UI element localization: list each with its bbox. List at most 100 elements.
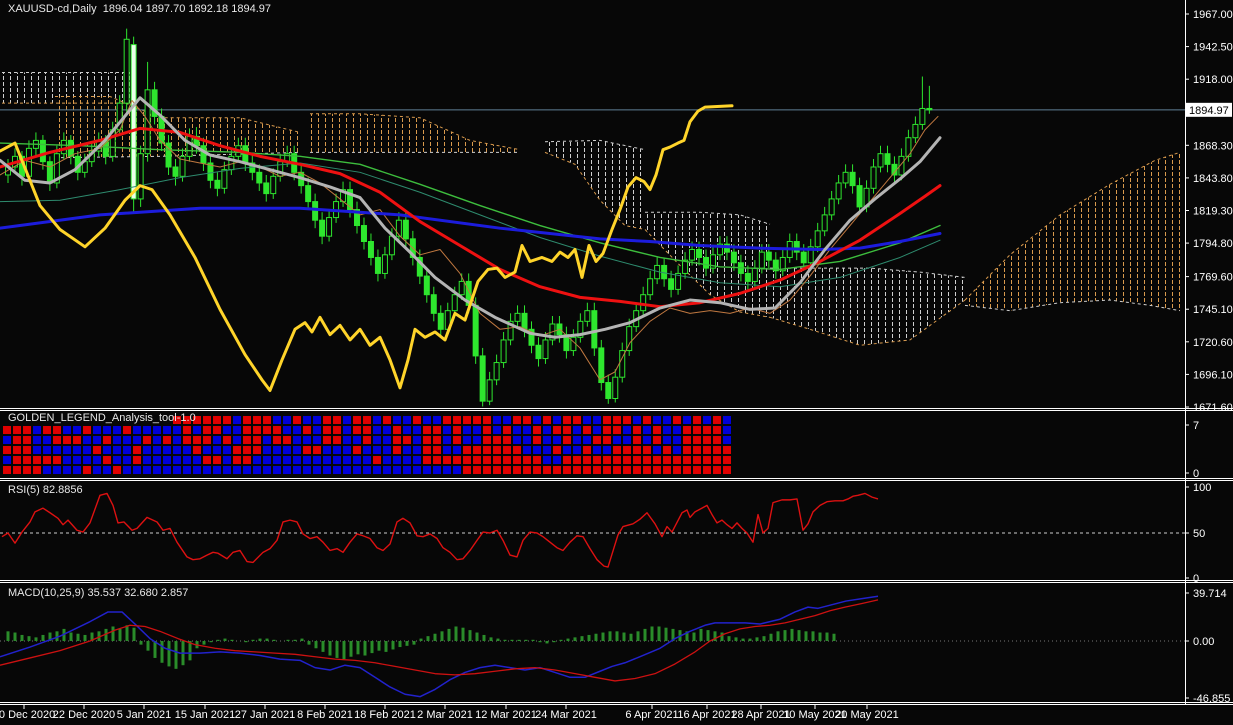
candle [124,29,129,117]
indicator-scale-label[interactable]: 7 [1193,420,1199,432]
time-axis-label[interactable]: 2 Mar 2021 [417,709,473,721]
macd-histogram-bar [35,637,38,641]
macd-histogram-bar [784,630,787,641]
indicator-scale-label[interactable]: 50 [1193,528,1205,540]
price-axis-label[interactable]: 1918.00 [1193,74,1233,86]
macd-histogram-bar [791,629,794,641]
time-axis-label[interactable]: 16 Apr 2021 [677,709,736,721]
price-axis-label[interactable]: 1720.60 [1193,337,1233,349]
time-axis-label[interactable]: 15 Jan 2021 [175,709,236,721]
indicator-scale-label[interactable]: 100 [1193,482,1211,494]
macd-panel-label: MACD(10,25,9) 35.537 32.680 2.857 [8,587,188,599]
macd-histogram-bar [315,641,318,648]
time-axis-label[interactable]: 6 Apr 2021 [625,709,678,721]
macd-histogram-bar [553,641,556,642]
indicator-scale-label[interactable]: -46.855 [1193,693,1230,705]
ohlc-values-label: 1896.04 1897.70 1892.18 1894.97 [103,3,271,15]
macd-histogram-bar [371,641,374,653]
macd-histogram-bar [245,641,248,642]
macd-histogram-bar [602,633,605,641]
macd-histogram-bar [343,641,346,659]
macd-histogram-bar [420,639,423,641]
time-axis-label[interactable]: 12 Mar 2021 [475,709,537,721]
macd-histogram-bar [154,641,157,658]
macd-histogram-bar [595,634,598,641]
price-axis-label[interactable]: 1967.00 [1193,9,1233,21]
macd-histogram-bar [378,641,381,651]
time-axis-label[interactable]: 22 Dec 2020 [53,709,115,721]
time-axis-label[interactable]: 28 Apr 2021 [731,709,790,721]
time-axis-label[interactable]: 8 Feb 2021 [297,709,353,721]
macd-histogram-bar [581,636,584,641]
price-axis-label[interactable]: 1819.30 [1193,206,1233,218]
macd-histogram-bar [413,641,416,645]
macd-histogram-bar [455,626,458,641]
golden-panel-label: GOLDEN_LEGEND_Analysis_tool-1.0 [8,412,196,424]
macd-histogram-bar [812,631,815,641]
price-axis-label[interactable]: 1696.10 [1193,369,1233,381]
macd-histogram-bar [385,641,388,652]
time-axis-label[interactable]: 24 Mar 2021 [535,709,597,721]
macd-histogram-bar [616,631,619,641]
macd-histogram-bar [399,641,402,647]
candle [599,340,604,391]
indicator-scale-label[interactable]: 0 [1193,468,1199,480]
price-axis-label[interactable]: 1843.80 [1193,173,1233,185]
macd-histogram-bar [406,641,409,646]
macd-histogram-bar [756,637,759,641]
time-axis-label[interactable]: 5 Jan 2021 [117,709,171,721]
macd-histogram-bar [770,634,773,641]
macd-histogram-bar [133,628,136,641]
macd-histogram-bar [483,635,486,641]
time-axis-label[interactable]: 10 Dec 2020 [0,709,55,721]
macd-histogram-bar [147,641,150,651]
indicator-scale-label[interactable]: 39.714 [1193,588,1227,600]
macd-histogram-bar [231,640,234,641]
macd-histogram-bar [392,641,395,649]
macd-histogram-bar [504,640,507,641]
macd-histogram-bar [161,641,164,663]
price-axis-label[interactable]: 1671.60 [1193,402,1233,414]
macd-histogram-bar [721,633,724,641]
macd-histogram-bar [497,639,500,641]
indicator-scale-label[interactable]: 0.00 [1193,636,1214,648]
trading-chart-window: 1967.00 1942.50 1918.00 1868.30 1843.80 1819.… [0,0,1233,725]
macd-histogram-bar [707,630,710,641]
macd-histogram-bar [665,628,668,641]
macd-histogram-bar [644,629,647,641]
macd-histogram-bar [273,640,276,641]
macd-histogram-bar [266,639,269,641]
macd-histogram-bar [609,631,612,641]
price-axis-label[interactable]: 1769.60 [1193,272,1233,284]
time-axis-label[interactable]: 27 Jan 2021 [235,709,296,721]
macd-histogram-bar [693,633,696,641]
macd-histogram-bar [490,637,493,641]
time-axis-label[interactable]: 20 May 2021 [835,709,899,721]
price-axis-label[interactable]: 1942.50 [1193,42,1233,54]
macd-histogram-bar [728,636,731,641]
macd-histogram-bar [322,641,325,652]
macd-histogram-bar [252,640,255,641]
macd-histogram-bar [525,640,528,641]
macd-histogram-bar [567,639,570,641]
macd-histogram-bar [224,639,227,641]
macd-histogram-bar [476,633,479,641]
time-axis-label[interactable]: 18 Feb 2021 [354,709,416,721]
candle [138,146,143,207]
price-axis-label[interactable]: 1868.30 [1193,140,1233,152]
macd-histogram-bar [777,631,780,641]
macd-histogram-bar [259,639,262,641]
macd-histogram-bar [700,629,703,641]
macd-histogram-bar [441,631,444,641]
rsi-panel-label: RSI(5) 82.8856 [8,484,83,496]
macd-histogram-bar [140,641,143,645]
price-axis-label[interactable]: 1794.80 [1193,238,1233,250]
macd-histogram-bar [126,625,129,641]
symbol-timeframe-label: XAUUSD-cd,Daily [8,3,97,15]
macd-histogram-bar [735,637,738,641]
macd-histogram-bar [588,635,591,641]
price-axis-label[interactable]: 1745.10 [1193,304,1233,316]
macd-histogram-bar [336,641,339,658]
indicator-scale-label[interactable]: 0 [1193,573,1199,585]
chart-canvas[interactable]: 1967.00 1942.50 1918.00 1868.30 1843.80 1819.… [0,0,1233,725]
